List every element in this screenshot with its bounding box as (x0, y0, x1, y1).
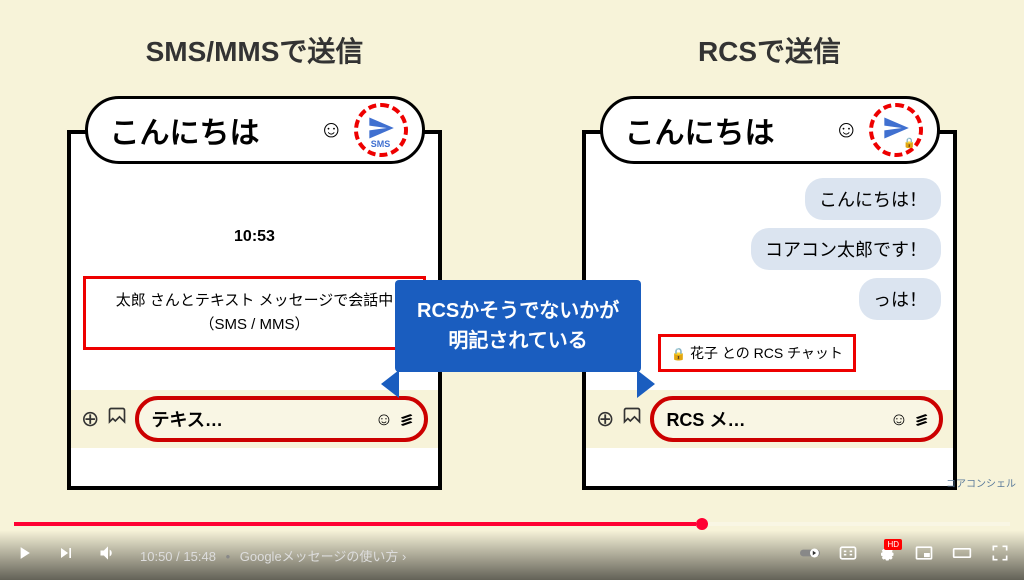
callout-arrow-right (637, 370, 655, 398)
rcs-status-box: 🔒花子 との RCS チャット (658, 334, 856, 372)
watermark: コアコンシェル (946, 475, 1016, 490)
rcs-compose-pill: こんにちは ☺ 🔒 (600, 96, 940, 164)
rcs-header: RCSで送信 (698, 30, 841, 70)
compose-text: こんにちは (110, 108, 319, 152)
rcs-input-bar: ⊕ RCS メ… ☺ ꠵ (586, 390, 953, 448)
autoplay-toggle[interactable] (800, 543, 820, 568)
play-button[interactable] (14, 543, 34, 568)
miniplayer-button[interactable] (914, 543, 934, 568)
chevron-right-icon[interactable]: › (402, 549, 406, 564)
emoji-icon: ☺ (890, 409, 908, 430)
rcs-text-input: RCS メ… ☺ ꠵ (650, 396, 943, 442)
progress-bar[interactable] (14, 522, 1010, 526)
settings-button[interactable]: HD (876, 543, 896, 568)
plus-icon: ⊕ (81, 406, 99, 432)
voice-wave-icon: ꠵ (916, 409, 927, 430)
annotation-callout: RCSかそうでないかが 明記されている (395, 280, 641, 372)
send-sms-label: SMS (371, 139, 391, 149)
video-player: SMS/MMSで送信 こんにちは ☺ SMS (0, 0, 1024, 580)
voice-wave-icon: ꠵ (401, 409, 412, 430)
timestamp: 10:53 (83, 228, 426, 246)
rcs-send-circle: 🔒 (869, 103, 923, 157)
sms-compose-pill: こんにちは ☺ SMS (85, 96, 425, 164)
hd-badge: HD (884, 539, 902, 550)
plus-icon: ⊕ (596, 406, 614, 432)
sms-status-box: 太郎 さんとテキスト メッセージで会話中（SMS / MMS） (83, 276, 426, 350)
fullscreen-button[interactable] (990, 543, 1010, 568)
time-display: 10:50 / 15:48 • Googleメッセージの使い方 › (140, 546, 406, 565)
progress-fill (14, 522, 696, 526)
sms-text-input: テキス… ☺ ꠵ (135, 396, 428, 442)
gallery-icon (107, 406, 127, 432)
next-button[interactable] (56, 543, 76, 568)
volume-button[interactable] (98, 543, 118, 568)
sms-send-circle: SMS (354, 103, 408, 157)
sms-column: SMS/MMSで送信 こんにちは ☺ SMS (67, 30, 442, 530)
message-bubble: こんにちは！ (805, 178, 941, 220)
sms-phone: こんにちは ☺ SMS 10:53 太郎 さんとテキ (67, 100, 442, 490)
sms-input-bar: ⊕ テキス… ☺ ꠵ (71, 390, 438, 448)
theater-button[interactable] (952, 543, 972, 568)
compose-text: こんにちは (625, 108, 834, 152)
lock-icon: 🔒 (671, 347, 686, 361)
captions-button[interactable] (838, 543, 858, 568)
player-controls: 10:50 / 15:48 • Googleメッセージの使い方 › HD (0, 530, 1024, 580)
chapter-title[interactable]: Googleメッセージの使い方 (240, 549, 399, 564)
message-bubble: っは！ (859, 278, 941, 320)
message-bubble: コアコン太郎です！ (751, 228, 941, 270)
emoji-icon: ☺ (834, 116, 859, 144)
callout-arrow-left (381, 370, 399, 398)
gallery-icon (622, 406, 642, 432)
emoji-icon: ☺ (375, 409, 393, 430)
video-content: SMS/MMSで送信 こんにちは ☺ SMS (0, 0, 1024, 530)
send-lock-icon: 🔒 (882, 114, 910, 147)
emoji-icon: ☺ (319, 116, 344, 144)
sms-header: SMS/MMSで送信 (146, 30, 364, 70)
sms-phone-body: 10:53 太郎 さんとテキスト メッセージで会話中（SMS / MMS） ⊕ … (67, 130, 442, 490)
